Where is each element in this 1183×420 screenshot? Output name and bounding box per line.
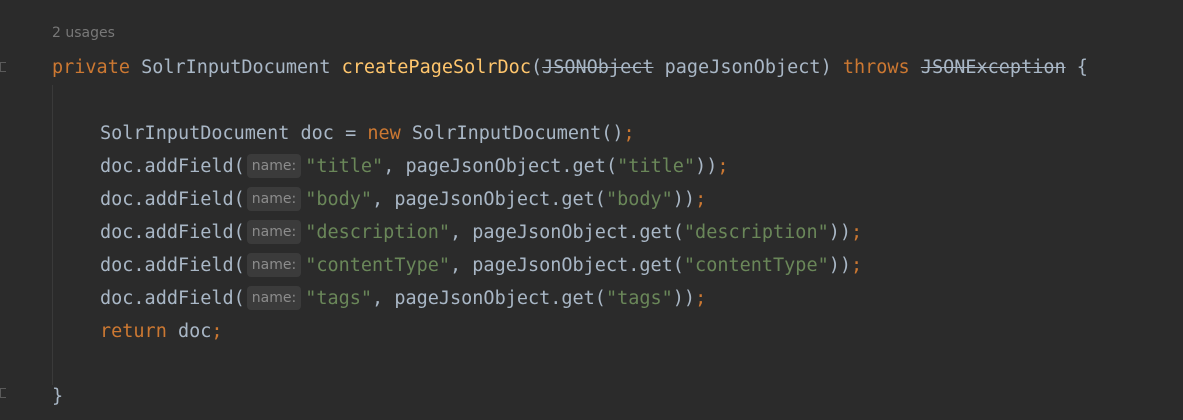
semicolon: ; [851, 255, 863, 276]
semicolon: ; [211, 321, 223, 342]
method-signature-line[interactable]: private SolrInputDocument createPageSolr… [52, 51, 1088, 84]
add-field-line[interactable]: doc.addField(name: "contentType", pageJso… [100, 249, 862, 282]
call-prefix: doc.addField( [100, 156, 245, 177]
return-type: SolrInputDocument [141, 57, 331, 78]
call-suffix: )) [672, 288, 696, 309]
param-name-hint: name: [246, 253, 302, 277]
return-value: doc [177, 321, 212, 342]
field-key-string: "description" [305, 222, 451, 243]
get-arg-string: "contentType" [683, 255, 829, 276]
get-arg-string: "description" [683, 222, 829, 243]
call-mid: , pageJsonObject.get( [450, 255, 684, 276]
decl-eq: = [345, 123, 357, 144]
call-prefix: doc.addField( [100, 255, 245, 276]
param-name-hint: name: [246, 286, 302, 310]
call-mid: , pageJsonObject.get( [372, 288, 606, 309]
param-type-deprecated: JSONObject [542, 57, 654, 78]
usages-hint[interactable]: 2 usages [52, 25, 115, 41]
open-paren: ( [530, 57, 543, 78]
close-paren: ) [820, 57, 832, 78]
semicolon: ; [717, 156, 729, 177]
call-suffix: )) [695, 156, 718, 177]
keyword-throws: throws [842, 57, 910, 78]
add-field-line[interactable]: doc.addField(name: "description", pageJso… [100, 216, 862, 249]
decl-type: SolrInputDocument [100, 123, 290, 144]
exception-deprecated: JSONException [920, 57, 1066, 78]
open-brace: { [1076, 57, 1088, 78]
param-name-hint: name: [246, 220, 302, 244]
method-name: createPageSolrDoc [341, 57, 531, 78]
decl-ctor: SolrInputDocument() [411, 123, 624, 144]
param-name: pageJsonObject [664, 57, 821, 78]
add-field-line[interactable]: doc.addField(name: "title", pageJsonObjec… [100, 150, 728, 183]
indent-guide [52, 85, 53, 385]
call-mid: , pageJsonObject.get( [383, 156, 618, 177]
editor-gutter [0, 0, 22, 420]
call-suffix: )) [828, 255, 851, 276]
keyword-return: return [100, 321, 167, 342]
semicolon: ; [695, 288, 707, 309]
call-mid: , pageJsonObject.get( [450, 222, 684, 243]
call-suffix: )) [672, 189, 696, 210]
call-prefix: doc.addField( [100, 288, 245, 309]
semicolon: ; [695, 189, 707, 210]
semicolon: ; [851, 222, 863, 243]
field-key-string: "title" [305, 156, 384, 177]
get-arg-string: "tags" [605, 288, 673, 309]
closing-brace-line[interactable]: } [52, 380, 63, 413]
keyword-new: new [367, 123, 401, 144]
call-prefix: doc.addField( [100, 189, 245, 210]
fold-marker-icon[interactable] [0, 62, 6, 72]
fold-marker-icon[interactable] [0, 388, 6, 398]
field-key-string: "contentType" [305, 255, 451, 276]
get-arg-string: "title" [617, 156, 696, 177]
keyword-private: private [52, 57, 130, 78]
get-arg-string: "body" [605, 189, 673, 210]
semicolon: ; [623, 123, 635, 144]
add-field-line[interactable]: doc.addField(name: "body", pageJsonObject… [100, 183, 706, 216]
return-line[interactable]: return doc; [100, 315, 223, 348]
call-prefix: doc.addField( [100, 222, 245, 243]
field-key-string: "body" [305, 189, 373, 210]
close-brace: } [52, 386, 64, 407]
call-suffix: )) [828, 222, 851, 243]
add-field-line[interactable]: doc.addField(name: "tags", pageJsonObject… [100, 282, 706, 315]
field-key-string: "tags" [305, 288, 373, 309]
param-name-hint: name: [246, 154, 302, 178]
param-name-hint: name: [246, 187, 302, 211]
declaration-line[interactable]: SolrInputDocument doc = new SolrInputDoc… [100, 117, 635, 150]
call-mid: , pageJsonObject.get( [372, 189, 606, 210]
decl-var: doc [300, 123, 334, 144]
